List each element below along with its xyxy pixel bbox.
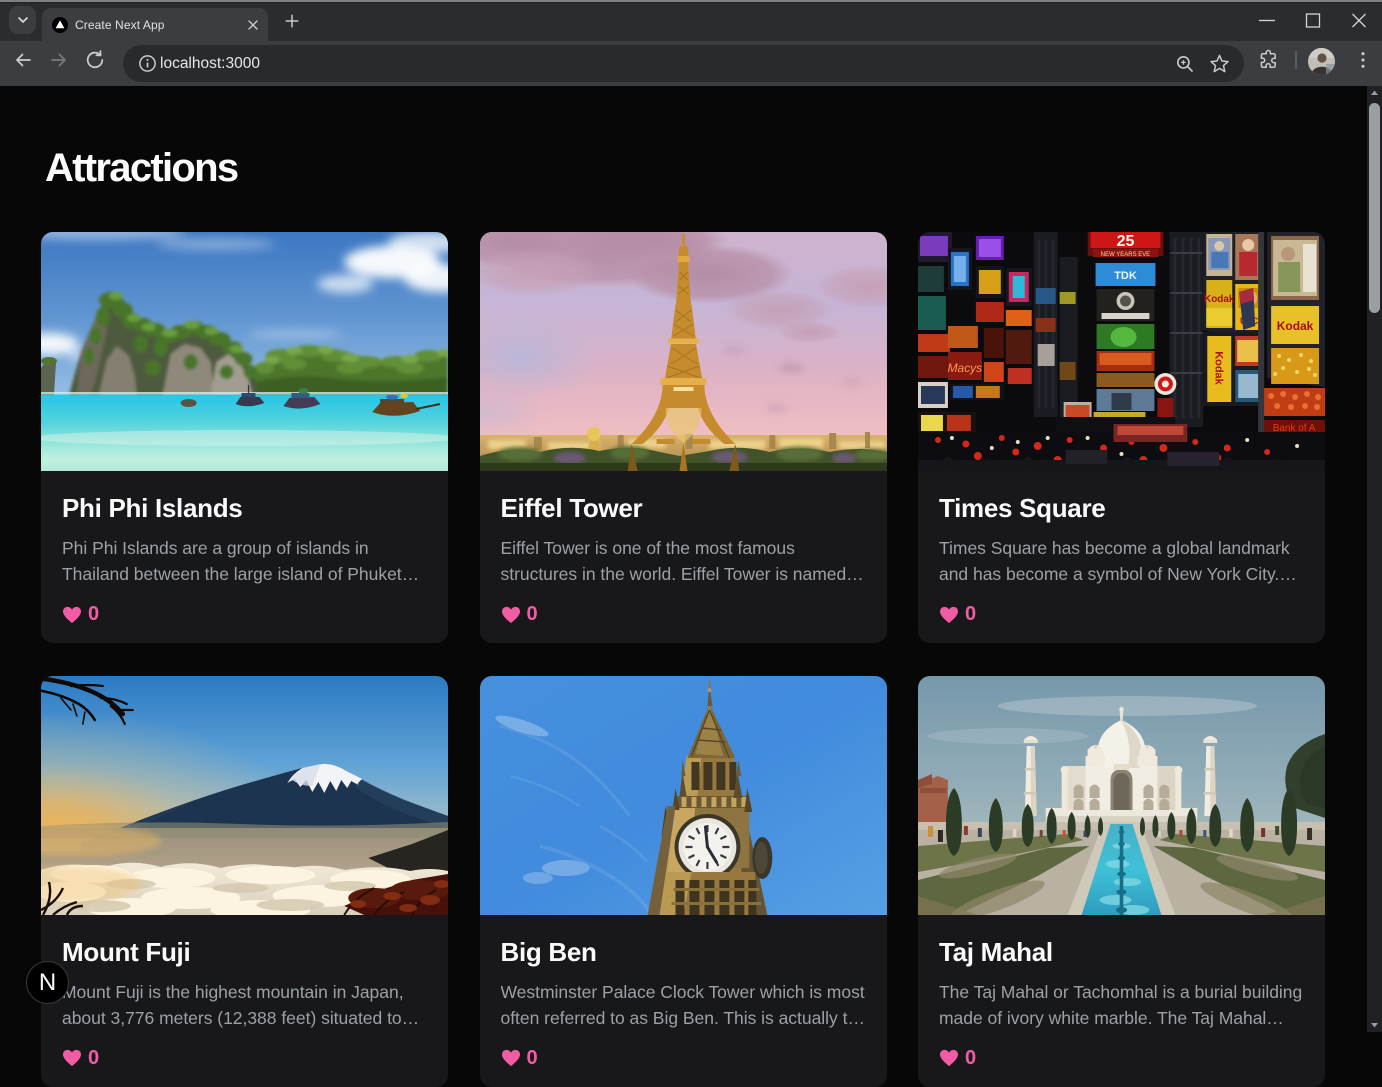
svg-text:TDK: TDK <box>1114 270 1137 282</box>
svg-text:Macys: Macys <box>948 361 983 375</box>
svg-text:25: 25 <box>1117 233 1135 250</box>
svg-text:Kodak: Kodak <box>1212 351 1224 385</box>
svg-text:NEW YEARS EVE: NEW YEARS EVE <box>1101 252 1150 258</box>
svg-text:Kodak: Kodak <box>1204 294 1235 305</box>
svg-text:Kodak: Kodak <box>1277 319 1314 333</box>
